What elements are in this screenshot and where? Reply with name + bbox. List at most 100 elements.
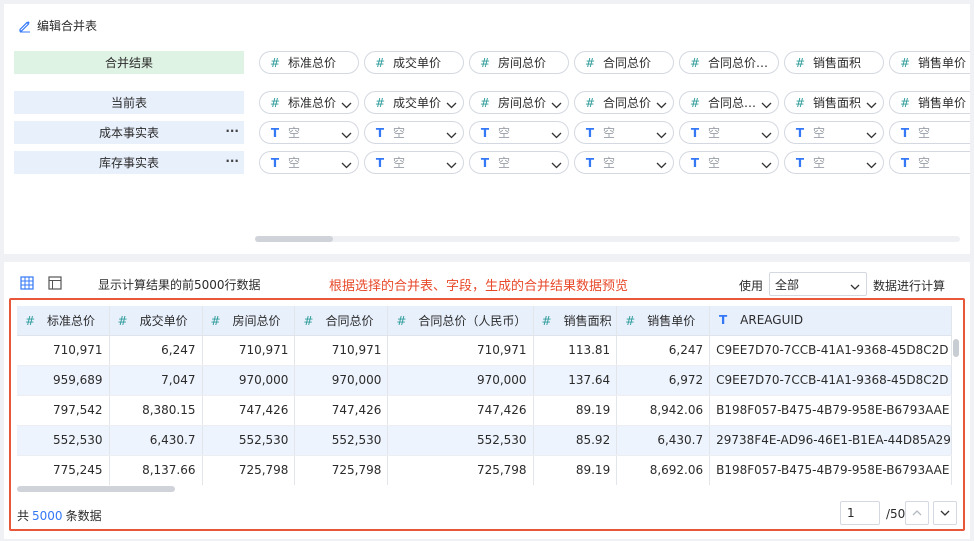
table-cell: 747,426 [202,395,296,426]
field-select[interactable]: T空 [784,121,884,144]
field-select[interactable]: # 合同总… [679,91,779,114]
column-header-label: 成交单价 [139,313,188,328]
edit-icon [18,19,32,33]
result-field[interactable]: # 合同总价 [574,51,674,74]
column-header[interactable]: # 合同总价 [294,306,389,336]
text-type-icon: T [585,155,595,170]
table-cell: 747,426 [387,395,534,426]
scrollbar-thumb[interactable] [255,236,333,242]
number-type-icon: # [794,55,806,70]
field-select[interactable]: # 销售面积 [784,91,884,114]
field-select[interactable]: T空 [259,151,359,174]
field-select[interactable]: T空 [469,151,569,174]
scrollbar-thumb[interactable] [953,339,959,357]
row-label[interactable]: 当前表 [14,91,244,114]
scrollbar-thumb[interactable] [17,486,175,492]
data-scope-select[interactable]: 全部 [769,272,867,296]
more-options-icon[interactable]: ··· [225,124,239,138]
table-cell: C9EE7D70-7CCB-41A1-9368-45D8C2D [709,335,952,366]
result-field[interactable]: # 合同总价（… [679,51,779,74]
table-cell: 552,530 [202,425,296,456]
table-cell: 725,798 [294,455,389,485]
text-type-icon: T [375,155,385,170]
number-type-icon: # [117,313,128,328]
number-type-icon: # [269,95,281,110]
text-type-icon: T [719,313,728,328]
number-type-icon: # [374,95,386,110]
table-row: 552,530 6,430.7 552,530 552,530 552,530 85.92… [17,425,952,456]
table-cell: 970,000 [387,365,534,396]
form-view-icon[interactable] [48,276,62,293]
page-total: /50 [886,507,906,521]
chevron-down-icon [761,158,772,172]
field-select[interactable]: # 成交单价 [364,91,464,114]
field-select[interactable]: T空 [889,121,970,144]
table-cell: 6,972 [616,365,711,396]
table-cell: 725,798 [202,455,296,485]
page-number-input[interactable]: 1 [840,501,880,525]
next-page-button[interactable] [933,501,957,525]
table-cell: 552,530 [294,425,389,456]
text-type-icon: T [795,125,805,140]
result-field[interactable]: # 成交单价 [364,51,464,74]
more-options-icon[interactable]: ··· [225,154,239,168]
field-select[interactable]: T空 [574,121,674,144]
field-select[interactable]: T空 [469,121,569,144]
result-field[interactable]: # 销售面积 [784,51,884,74]
column-header[interactable]: # 销售面积 [533,306,618,336]
text-type-icon: T [900,125,910,140]
result-field[interactable]: # 销售单价 [889,51,970,74]
field-select[interactable]: T空 [889,151,970,174]
table-cell: 710,971 [17,335,110,366]
field-name: 销售面积 [813,56,862,70]
table-cell: 725,798 [387,455,534,485]
column-header[interactable]: # 销售单价 [616,306,711,336]
chevron-down-icon [656,158,667,172]
table-cell: 85.92 [533,425,618,456]
table-cell: 7,047 [109,365,203,396]
result-field[interactable]: # 房间总价 [469,51,569,74]
column-header-label: 合同总价 [325,313,374,328]
column-header[interactable]: # 房间总价 [202,306,296,336]
text-type-icon: T [480,155,490,170]
column-header[interactable]: # 合同总价（人民币） [387,306,534,336]
chevron-down-icon [341,158,352,172]
text-type-icon: T [585,125,595,140]
field-select[interactable]: T空 [679,121,779,144]
field-select[interactable]: T空 [679,151,779,174]
field-select[interactable]: # 合同总价 [574,91,674,114]
field-name: 空 [918,156,931,170]
chevron-down-icon [656,128,667,142]
chevron-down-icon [341,98,352,112]
column-header[interactable]: T AREAGUID [709,306,952,336]
row-label[interactable]: 成本事实表 ··· [14,121,244,144]
field-select[interactable]: # 销售单价 [889,91,970,114]
edit-merge-table-button[interactable]: 编辑合并表 [18,17,97,34]
use-label: 使用 [739,279,764,293]
field-select[interactable]: T空 [259,121,359,144]
merge-config-panel: 编辑合并表 合并结果当前表成本事实表 ··· 库存事实表 ··· # 标准总价 # 成交单价… [4,4,970,254]
column-header[interactable]: # 标准总价 [17,306,110,336]
field-select[interactable]: T空 [784,151,884,174]
field-select[interactable]: T空 [364,121,464,144]
table-cell: 970,000 [294,365,389,396]
column-header[interactable]: # 成交单价 [109,306,203,336]
row-label[interactable]: 合并结果 [14,51,244,74]
preview-panel: 显示计算结果的前5000行数据 根据选择的合并表、字段，生成的合并结果数据预览 … [4,262,970,539]
total-count-value: 5000 [32,509,63,523]
result-field[interactable]: # 标准总价 [259,51,359,74]
table-horizontal-scrollbar[interactable] [17,486,952,492]
row-label[interactable]: 库存事实表 ··· [14,151,244,174]
table-cell: B198F057-B475-4B79-958E-B6793AAE [709,455,952,485]
vertical-scrollbar[interactable] [953,336,959,486]
chevron-down-icon [341,128,352,142]
field-select[interactable]: # 标准总价 [259,91,359,114]
prev-page-button[interactable] [905,501,929,525]
table-view-icon[interactable] [20,276,34,293]
field-select[interactable]: T空 [574,151,674,174]
annotation-text: 根据选择的合并表、字段，生成的合并结果数据预览 [329,279,629,294]
horizontal-scrollbar[interactable] [255,236,960,242]
field-select[interactable]: T空 [364,151,464,174]
table-cell: 775,245 [17,455,110,485]
field-select[interactable]: # 房间总价 [469,91,569,114]
